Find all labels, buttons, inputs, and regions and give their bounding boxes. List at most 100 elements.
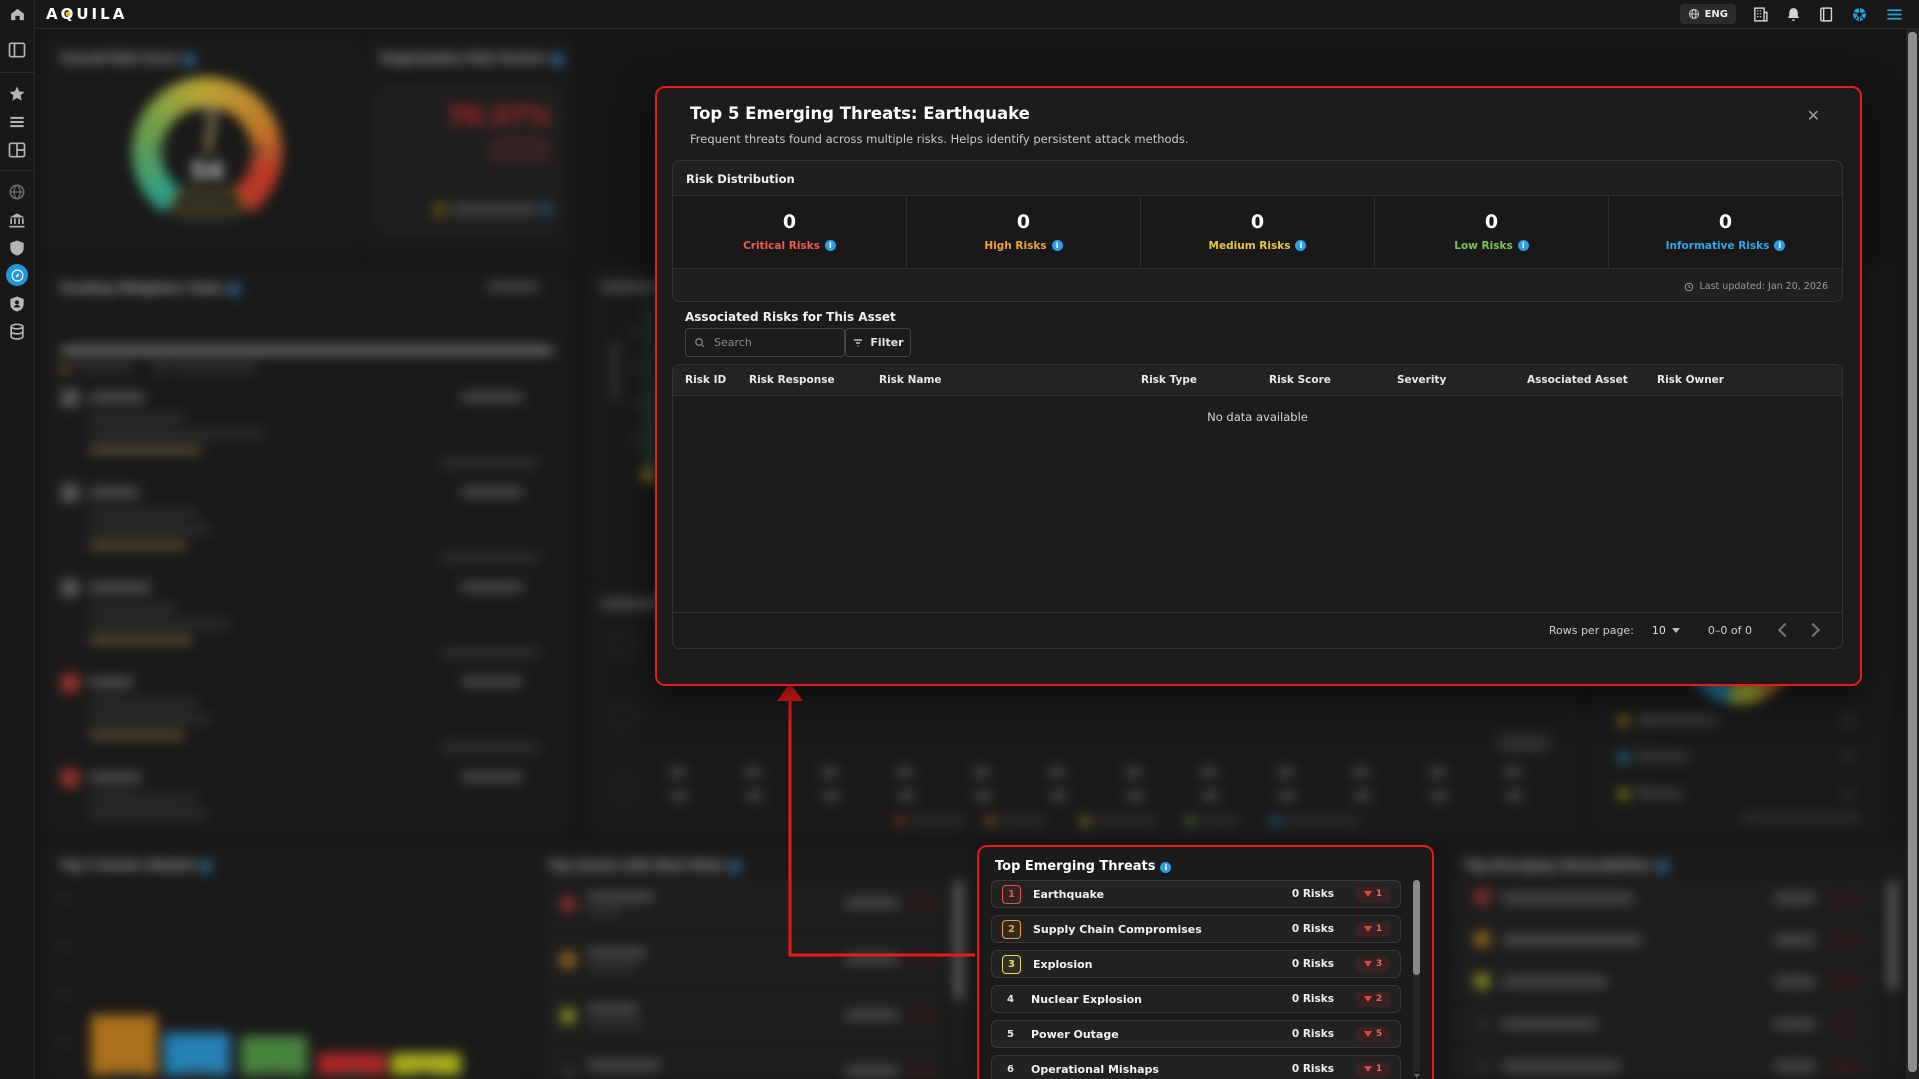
info-icon[interactable]: i <box>1518 240 1529 251</box>
scroll-down-icon[interactable] <box>1414 1074 1420 1078</box>
dashboard-layout-icon[interactable] <box>7 140 27 160</box>
legend-label: Administrative <box>1637 713 1717 726</box>
favorites-star-icon[interactable] <box>7 84 27 104</box>
emerging-threat-modal: Top 5 Emerging Threats: Earthquake Frequ… <box>655 86 1862 686</box>
risk-count: 0 Risks <box>1292 1063 1334 1075</box>
column-header[interactable]: Risk Score <box>1269 374 1397 386</box>
vulnerability-row <box>1461 964 1876 1000</box>
info-icon[interactable]: i <box>1160 862 1171 873</box>
column-header[interactable]: Risk ID <box>685 374 749 386</box>
language-label: ENG <box>1705 9 1728 20</box>
info-icon[interactable]: i <box>1052 240 1063 251</box>
page-scrollbar[interactable] <box>1906 28 1919 1079</box>
threats-scrollbar[interactable] <box>1413 880 1420 1072</box>
scrollbar-thumb[interactable] <box>1413 880 1420 975</box>
next-page-button[interactable] <box>1806 623 1820 637</box>
legend-swatch <box>1619 716 1628 725</box>
rank-number: 4 <box>1002 991 1019 1008</box>
database-icon[interactable] <box>7 322 27 342</box>
threat-item-supply-chain[interactable]: 2 Supply Chain Compromises 0 Risks 1 <box>991 915 1401 943</box>
associated-risks-table: Risk ID Risk Response Risk Name Risk Typ… <box>672 364 1843 649</box>
pending-mitigation-tasks-card: Pending Mitigation Tasksi <box>46 268 568 835</box>
legend-label: Technical <box>1637 750 1688 763</box>
sidebar-panel-toggle-icon[interactable] <box>7 40 27 60</box>
threat-item-earthquake[interactable]: 1 Earthquake 0 Risks 1 <box>991 880 1401 908</box>
risk-count: 0 Risks <box>1292 888 1334 900</box>
info-icon[interactable]: i <box>825 240 836 251</box>
bar-asset-1 <box>91 1015 157 1075</box>
shield-icon[interactable] <box>7 238 27 258</box>
vulnerability-row <box>1461 1048 1876 1079</box>
gauge-value: 54 <box>132 157 282 185</box>
risk-count: 0 Risks <box>1292 923 1334 935</box>
trend-badge: 1 <box>1356 887 1390 902</box>
bar-asset-2 <box>164 1033 230 1075</box>
notifications-bell-icon[interactable] <box>1785 6 1802 23</box>
scrollbar-thumb[interactable] <box>955 880 962 1000</box>
documentation-book-icon[interactable] <box>1818 6 1835 23</box>
tasks-progress-bar <box>61 347 553 354</box>
info-icon[interactable]: i <box>1295 240 1306 251</box>
menu-list-icon[interactable] <box>7 112 27 132</box>
institution-bank-icon[interactable] <box>7 210 27 230</box>
home-icon[interactable] <box>9 6 26 23</box>
panel-scrollbar[interactable] <box>955 880 962 1070</box>
page-scrollbar-thumb[interactable] <box>1908 32 1917 1072</box>
trend-badge: 3 <box>1356 957 1390 972</box>
search-icon <box>694 337 706 349</box>
column-header[interactable]: Risk Type <box>1141 374 1269 386</box>
help-wheel-icon[interactable] <box>1851 6 1868 23</box>
asset-row <box>545 880 941 928</box>
column-header[interactable]: Associated Asset <box>1527 374 1657 386</box>
aquila-logo[interactable]: AQUILA <box>46 5 127 23</box>
modal-subtitle: Frequent threats found across multiple r… <box>690 132 1189 146</box>
chevron-down-icon <box>1672 628 1680 633</box>
info-icon[interactable]: i <box>1774 240 1785 251</box>
column-header[interactable]: Risk Response <box>749 374 879 386</box>
top-assets-detail-card: Top 5 Assets (Detail)i <box>46 845 530 1079</box>
identity-shield-icon[interactable] <box>7 294 27 314</box>
sidebar-item-risk-active[interactable] <box>6 264 28 286</box>
previous-page-button[interactable] <box>1778 623 1792 637</box>
column-header[interactable]: Severity <box>1397 374 1527 386</box>
vulnerability-row <box>1461 922 1876 958</box>
info-icon: i <box>200 861 211 872</box>
close-icon[interactable]: ✕ <box>1807 108 1820 124</box>
world-globe-icon[interactable] <box>7 182 27 202</box>
filter-button[interactable]: Filter <box>845 328 911 357</box>
rows-per-page-label: Rows per page: <box>1549 624 1634 637</box>
threat-item-operational-mishaps[interactable]: 6 Operational Mishaps 0 Risks 1 <box>991 1055 1401 1079</box>
rank-badge: 3 <box>1002 955 1021 974</box>
asset-row <box>545 992 941 1040</box>
column-header[interactable]: Risk Owner <box>1657 374 1830 386</box>
organization-icon[interactable] <box>1752 6 1769 23</box>
scrollbar-thumb[interactable] <box>1889 880 1896 990</box>
task-icon <box>61 579 79 597</box>
menu-hamburger-icon[interactable] <box>1884 6 1905 23</box>
pagination-range: 0–0 of 0 <box>1708 624 1752 637</box>
rows-per-page-select[interactable]: 10 <box>1652 624 1680 637</box>
arrow-down-icon <box>1364 891 1372 897</box>
table-pagination: Rows per page: 10 0–0 of 0 <box>673 612 1842 647</box>
last-updated: Last updated: Jan 20, 2026 <box>1684 281 1828 292</box>
card-title: Pending Mitigation Tasks <box>61 281 224 295</box>
asset-row <box>545 936 941 984</box>
card-title: Organisation Risk Factors <box>380 51 547 65</box>
info-icon: i <box>184 54 195 65</box>
task-icon <box>61 674 79 692</box>
threat-item-explosion[interactable]: 3 Explosion 0 Risks 3 <box>991 950 1401 978</box>
risk-factor-pill <box>491 141 547 160</box>
column-header[interactable]: Risk Name <box>879 374 1141 386</box>
search-input[interactable] <box>712 335 836 350</box>
task-item <box>61 381 553 477</box>
rank-badge: 2 <box>1002 920 1021 939</box>
panel-scrollbar[interactable] <box>1889 880 1896 1070</box>
threat-item-power-outage[interactable]: 5 Power Outage 0 Risks 5 <box>991 1020 1401 1048</box>
search-field[interactable] <box>685 328 845 357</box>
language-selector[interactable]: ENG <box>1680 4 1736 24</box>
risk-map-line <box>647 298 652 468</box>
threat-item-nuclear-explosion[interactable]: 4 Nuclear Explosion 0 Risks 2 <box>991 985 1401 1013</box>
trend-badge: 1 <box>1356 922 1390 937</box>
risk-distribution-title: Risk Distribution <box>686 172 795 186</box>
bar-asset-3 <box>241 1036 307 1075</box>
